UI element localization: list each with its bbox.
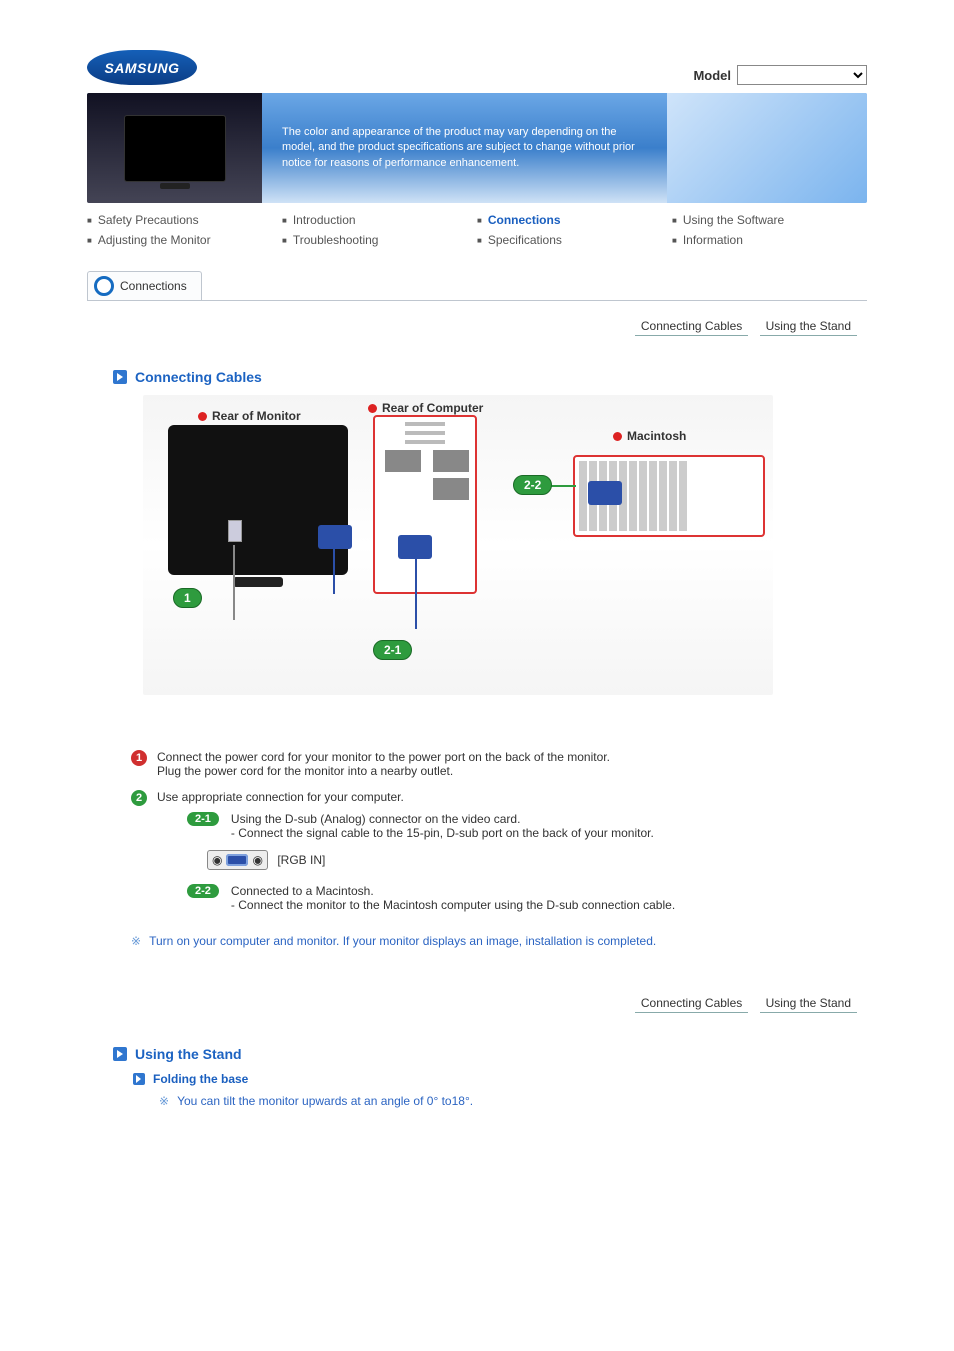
sublink-connecting-cables-2[interactable]: Connecting Cables	[635, 994, 748, 1013]
substep-badge-2-1: 2-1	[187, 812, 219, 826]
nav-adjusting[interactable]: Adjusting the Monitor	[87, 233, 282, 247]
rgb-in-port-badge: ◉ ◉	[207, 850, 268, 870]
play-icon	[113, 370, 127, 384]
heading-text-stand: Using the Stand	[135, 1046, 242, 1062]
model-selector: Model	[693, 65, 867, 85]
label-macintosh: Macintosh	[613, 429, 686, 443]
substep-2-2-line-2: - Connect the monitor to the Macintosh c…	[231, 898, 675, 912]
main-nav: Safety Precautions Introduction Connecti…	[87, 203, 867, 261]
diagram-vga-mac	[588, 481, 622, 505]
nav-introduction[interactable]: Introduction	[282, 213, 477, 227]
samsung-logo: SAMSUNG	[87, 50, 197, 85]
step-1-line-2: Plug the power cord for the monitor into…	[157, 764, 610, 778]
subheading-text: Folding the base	[153, 1072, 248, 1086]
step-badge-1: 1	[131, 750, 147, 766]
note-text: Turn on your computer and monitor. If yo…	[149, 934, 656, 948]
sub-nav-top: Connecting Cables Using the Stand	[87, 301, 867, 339]
step-badge-2: 2	[131, 790, 147, 806]
step-2-text: Use appropriate connection for your comp…	[157, 790, 867, 804]
callout-2-1: 2-1	[373, 640, 412, 660]
heading-connecting-cables: Connecting Cables	[113, 369, 867, 385]
diagram-monitor	[168, 425, 348, 575]
sublink-connecting-cables[interactable]: Connecting Cables	[635, 317, 748, 336]
hero-decoration	[667, 93, 867, 203]
section-tab-connections: Connections	[87, 271, 202, 300]
sublink-using-stand[interactable]: Using the Stand	[760, 317, 857, 336]
substep-2-1-line-2: - Connect the signal cable to the 15-pin…	[231, 826, 654, 840]
section-tab-label: Connections	[120, 279, 187, 293]
label-rear-of-computer: Rear of Computer	[368, 401, 483, 415]
rgb-in-label: [RGB IN]	[277, 853, 325, 867]
heading-using-the-stand: Using the Stand	[113, 1046, 867, 1062]
step-1-text: Connect the power cord for your monitor …	[157, 750, 610, 778]
nav-safety[interactable]: Safety Precautions	[87, 213, 282, 227]
model-label: Model	[693, 68, 731, 83]
instruction-steps: 1 Connect the power cord for your monito…	[113, 695, 867, 912]
dsub-port-icon	[226, 854, 248, 866]
diagram-pointer-line	[548, 485, 576, 487]
nav-troubleshooting[interactable]: Troubleshooting	[282, 233, 477, 247]
diagram-pc-tower	[373, 415, 477, 594]
substep-2-2-line-1: Connected to a Macintosh.	[231, 884, 675, 898]
diagram-signal-cable-a	[333, 549, 335, 594]
nav-connections[interactable]: Connections	[477, 213, 672, 227]
sublink-using-stand-2[interactable]: Using the Stand	[760, 994, 857, 1013]
diagram-signal-cable-b	[415, 559, 417, 629]
hero-disclaimer: The color and appearance of the product …	[262, 93, 667, 203]
model-dropdown[interactable]	[737, 65, 867, 85]
substep-2-1-line-1: Using the D-sub (Analog) connector on th…	[231, 812, 654, 826]
tilt-note-text: You can tilt the monitor upwards at an a…	[177, 1094, 473, 1108]
nav-using-software[interactable]: Using the Software	[672, 213, 867, 227]
hero-banner: The color and appearance of the product …	[87, 93, 867, 203]
nav-information[interactable]: Information	[672, 233, 867, 247]
hero-product-image	[87, 93, 262, 203]
callout-1: 1	[173, 588, 202, 608]
step-2-body: Use appropriate connection for your comp…	[157, 790, 867, 912]
play-icon-small	[133, 1073, 145, 1085]
label-rear-of-monitor: Rear of Monitor	[198, 409, 301, 423]
ring-icon	[94, 276, 114, 296]
callout-2-2: 2-2	[513, 475, 552, 495]
diagram-power-plug	[228, 520, 242, 542]
nav-specifications[interactable]: Specifications	[477, 233, 672, 247]
diagram-vga-monitor	[318, 525, 352, 549]
diagram-power-cable	[233, 545, 235, 620]
heading-text: Connecting Cables	[135, 369, 262, 385]
diagram-vga-pc	[398, 535, 432, 559]
installation-complete-note: Turn on your computer and monitor. If yo…	[113, 924, 867, 948]
tilt-angle-note: You can tilt the monitor upwards at an a…	[113, 1094, 867, 1108]
step-1-line-1: Connect the power cord for your monitor …	[157, 750, 610, 764]
connection-diagram: Rear of Monitor Rear of Computer Macinto…	[143, 395, 773, 695]
substep-badge-2-2: 2-2	[187, 884, 219, 898]
play-icon	[113, 1047, 127, 1061]
subheading-folding-base: Folding the base	[133, 1072, 867, 1086]
sub-nav-bottom: Connecting Cables Using the Stand	[87, 978, 867, 1016]
